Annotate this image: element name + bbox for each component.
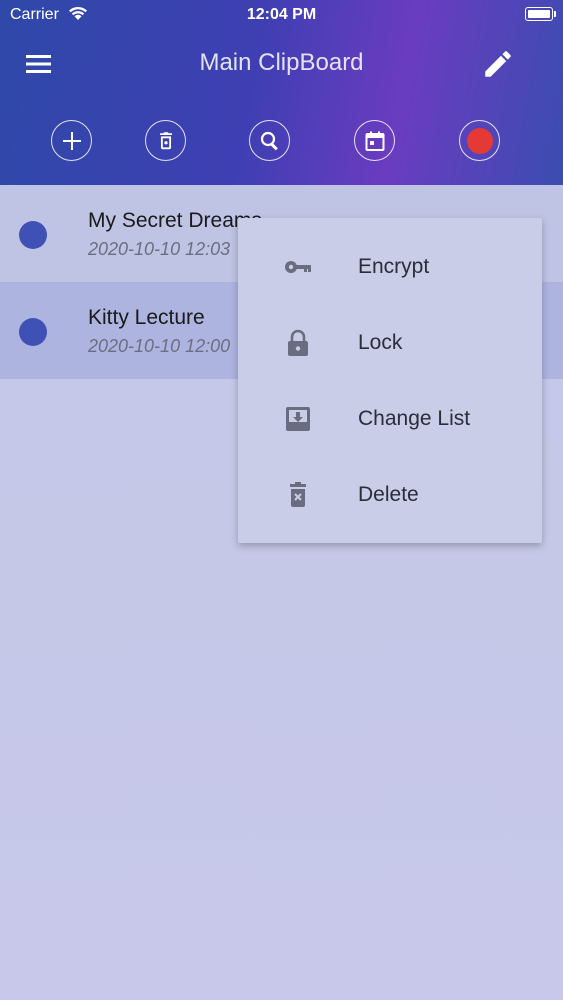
battery-icon [525, 7, 556, 21]
menu-item-label: Change List [358, 407, 471, 430]
menu-item-change-list[interactable]: Change List [238, 381, 542, 457]
calendar-icon [365, 131, 384, 151]
add-button[interactable] [51, 120, 92, 161]
search-button[interactable] [249, 120, 290, 161]
app-header: Carrier 12:04 PM Main ClipBoard [0, 0, 563, 185]
key-icon [285, 261, 311, 273]
menu-item-label: Delete [358, 483, 419, 506]
delete-icon [159, 131, 172, 149]
menu-item-lock[interactable]: Lock [238, 305, 542, 381]
search-icon [260, 131, 278, 150]
menu-item-delete[interactable]: Delete [238, 457, 542, 533]
move-to-inbox-icon [286, 407, 310, 431]
item-date: 2020-10-10 12:03 [88, 239, 231, 259]
edit-pencil-icon[interactable] [481, 47, 515, 81]
calendar-button[interactable] [354, 120, 395, 161]
delete-all-button[interactable] [145, 120, 186, 161]
item-title: My Secret Dreams [88, 209, 262, 232]
status-bar: Carrier 12:04 PM [0, 0, 563, 30]
context-menu: Encrypt Lock Change List Delete [238, 218, 542, 543]
page-title: Main ClipBoard [199, 49, 364, 76]
item-date: 2020-10-10 12:00 [88, 336, 231, 356]
item-dot-icon [19, 318, 47, 346]
item-dot-icon [19, 221, 47, 249]
menu-item-encrypt[interactable]: Encrypt [238, 229, 542, 305]
lock-icon [288, 329, 308, 356]
status-time: 12:04 PM [246, 6, 317, 23]
menu-item-label: Lock [358, 331, 403, 354]
trash-icon [290, 482, 306, 507]
plus-icon [62, 131, 81, 150]
record-icon [466, 127, 493, 154]
menu-item-label: Encrypt [358, 255, 430, 278]
item-title: Kitty Lecture [88, 306, 205, 329]
record-button[interactable] [459, 120, 500, 161]
